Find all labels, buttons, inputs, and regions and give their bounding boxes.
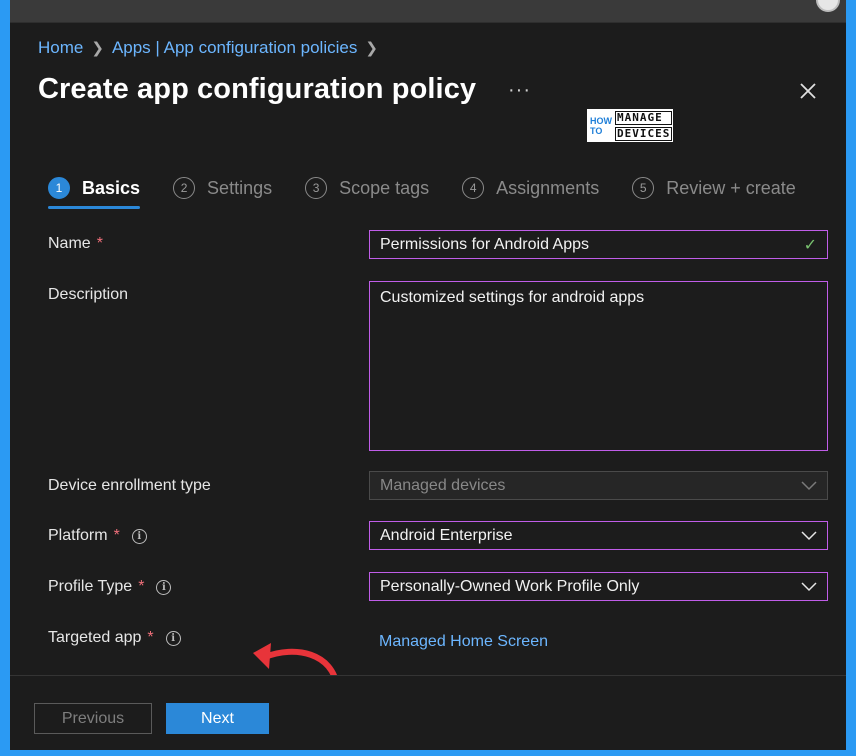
step-basics[interactable]: 1 Basics [48, 177, 141, 209]
targeted-app-label: Targeted app * i [48, 629, 181, 647]
chevron-right-icon: ❯ [365, 40, 378, 57]
page-title: Create app configuration policy [38, 73, 477, 105]
step-number: 2 [173, 177, 196, 199]
step-number: 4 [462, 177, 485, 199]
enrollment-type-select: Managed devices [369, 471, 828, 500]
more-options-icon[interactable]: ··· [508, 79, 531, 102]
top-strip [10, 0, 846, 22]
step-label: Assignments [496, 177, 600, 198]
enrollment-type-label: Device enrollment type [48, 477, 211, 494]
required-marker: * [147, 629, 154, 646]
description-textarea[interactable]: Customized settings for android apps [369, 281, 828, 451]
breadcrumb-apps[interactable]: Apps | App configuration policies [112, 38, 357, 58]
step-label: Basics [82, 177, 141, 198]
footer-bar: Previous Next [10, 675, 846, 750]
step-number: 5 [632, 177, 655, 199]
step-label: Scope tags [339, 177, 430, 198]
profile-type-select[interactable]: Personally-Owned Work Profile Only [369, 572, 828, 601]
wizard-steps: 1 Basics 2 Settings 3 Scope tags 4 Assig… [48, 177, 829, 209]
platform-label: Platform * i [48, 527, 147, 545]
step-label: Review + create [666, 177, 796, 198]
step-scope-tags[interactable]: 3 Scope tags [305, 177, 429, 199]
howto-manage-devices-logo: HOW TO MANAGE DEVICES [587, 109, 673, 142]
blade-panel: Home ❯ Apps | App configuration policies… [10, 22, 846, 750]
required-marker: * [113, 527, 120, 544]
breadcrumb: Home ❯ Apps | App configuration policies… [38, 38, 378, 58]
info-icon[interactable]: i [156, 579, 172, 595]
chevron-down-icon [801, 581, 817, 591]
close-icon[interactable] [796, 79, 820, 103]
avatar[interactable] [816, 0, 840, 12]
previous-button[interactable]: Previous [34, 703, 152, 734]
name-label: Name * [48, 235, 103, 252]
check-icon: ✓ [803, 236, 817, 254]
targeted-app-link[interactable]: Managed Home Screen [379, 633, 548, 651]
profile-type-label: Profile Type * i [48, 578, 172, 596]
chevron-right-icon: ❯ [91, 40, 104, 57]
step-number: 1 [48, 177, 70, 199]
next-button[interactable]: Next [166, 703, 269, 734]
platform-select[interactable]: Android Enterprise [369, 521, 828, 550]
info-icon[interactable]: i [165, 630, 181, 646]
chevron-down-icon [801, 530, 817, 540]
info-icon[interactable]: i [131, 528, 147, 544]
chevron-down-icon [801, 480, 817, 490]
required-marker: * [138, 578, 145, 595]
step-label: Settings [207, 177, 273, 198]
step-assignments[interactable]: 4 Assignments [462, 177, 599, 199]
step-number: 3 [305, 177, 328, 199]
breadcrumb-home[interactable]: Home [38, 38, 83, 58]
description-label: Description [48, 286, 129, 303]
step-review-create[interactable]: 5 Review + create [632, 177, 796, 199]
name-input[interactable]: Permissions for Android Apps ✓ [369, 230, 828, 259]
step-settings[interactable]: 2 Settings [173, 177, 272, 199]
required-marker: * [96, 235, 103, 252]
